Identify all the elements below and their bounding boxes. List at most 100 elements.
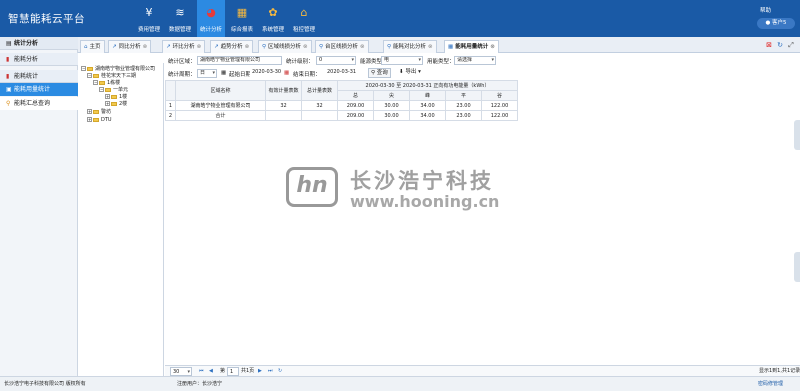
fullscreen-icon[interactable]: ⤢ <box>787 41 795 49</box>
tab-trend[interactable]: ↗ 趋势分析 ⊗ <box>210 40 254 53</box>
col-total-header[interactable]: 总 <box>337 90 374 101</box>
chevron-down-icon: ▾ <box>418 69 421 75</box>
right-drawer-handle[interactable] <box>794 120 800 150</box>
user-menu-button[interactable]: ● 客户5 <box>757 18 795 29</box>
tree-node[interactable]: − 湖南皓宁物业管理有限公司 <box>81 66 155 72</box>
level-label: 统计级别： <box>286 59 314 65</box>
line-chart-icon: ↗ <box>166 44 171 50</box>
collapse-icon[interactable]: − <box>87 73 92 78</box>
nav-system[interactable]: ✿ 系统管理 <box>259 0 287 37</box>
user-name: 客户5 <box>772 20 787 26</box>
password-link[interactable]: 密码修管理 <box>758 380 783 388</box>
table-row[interactable]: 2 合计 209.00 30.00 34.00 23.00 122.00 <box>165 110 518 121</box>
search-icon: ⚲ <box>371 70 376 76</box>
nav-label: 数据管理 <box>168 27 191 33</box>
expand-icon[interactable]: + <box>87 117 92 122</box>
refresh-icon[interactable]: ↻ <box>776 41 784 49</box>
nav-label: 费用管理 <box>137 27 160 33</box>
collapse-icon[interactable]: − <box>99 87 104 92</box>
col-valley-header[interactable]: 谷 <box>481 90 518 101</box>
house-icon: ⌂ <box>300 6 308 19</box>
tree-node[interactable]: − 桂花宋天下三期 <box>87 73 136 79</box>
sidebar-group-analysis[interactable]: ▮ 能耗分析 <box>0 53 78 66</box>
close-icon[interactable]: ⊗ <box>360 44 365 50</box>
last-page-icon[interactable]: ⏭ <box>268 367 273 376</box>
tab-yoy[interactable]: ↗ 同比分析 ⊗ <box>108 40 152 53</box>
close-icon[interactable]: ⊗ <box>245 44 250 50</box>
page-size-select[interactable]: 30 ▾ <box>170 367 192 376</box>
top-header: 智慧能耗云平台 ¥ 费用管理 ≋ 数据管理 ◕ 统计分析 ▦ 综合报表 ✿ 系统… <box>0 0 800 37</box>
tree-node[interactable]: + 警坊 <box>87 109 111 115</box>
export-button[interactable]: ⬇ 导出 ▾ <box>397 68 423 78</box>
nav-reports[interactable]: ▦ 综合报表 <box>228 0 256 37</box>
energy-type-select[interactable]: 电 ▾ <box>381 56 423 65</box>
sidebar-item-usage-statistics[interactable]: ▣ 能耗用量统计 <box>0 83 78 96</box>
close-icon[interactable]: ⊗ <box>428 44 433 50</box>
collapse-icon[interactable]: − <box>93 80 98 85</box>
nav-fee-management[interactable]: ¥ 费用管理 <box>135 0 163 37</box>
end-date-input[interactable]: 2020-03-31 <box>325 69 360 78</box>
valid-meters-header[interactable]: 有效计量表数 <box>265 80 302 101</box>
expand-icon[interactable]: + <box>105 94 110 99</box>
close-all-icon[interactable]: ⊠ <box>765 41 773 49</box>
table-row[interactable]: 1 湖南皓宁物业管理有限公司 32 32 209.00 30.00 34.00 … <box>165 100 518 111</box>
pie-chart-icon: ◕ <box>206 6 216 19</box>
user-icon: ● <box>765 20 771 26</box>
tab-comparison[interactable]: ⚲ 能耗对比分析 ⊗ <box>383 40 437 53</box>
search-icon: ⚲ <box>6 100 11 107</box>
level-select[interactable]: 0 ▾ <box>316 56 356 65</box>
sidebar-group-statistics[interactable]: ▮ 能耗统计 <box>0 70 78 83</box>
collapse-icon[interactable]: − <box>81 66 86 71</box>
tree-node[interactable]: − 一单元 <box>99 87 128 93</box>
chevron-down-icon: ▾ <box>491 57 494 63</box>
close-icon[interactable]: ⊗ <box>490 44 495 50</box>
nav-data-management[interactable]: ≋ 数据管理 <box>166 0 194 37</box>
tree-node[interactable]: −1栋楼 <box>93 80 120 86</box>
tree-node[interactable]: +1楼 <box>105 94 127 100</box>
prev-page-icon[interactable]: ◀ <box>209 367 213 376</box>
total-meters-header[interactable]: 总计量表数 <box>301 80 338 101</box>
sidebar-item-summary-query[interactable]: ⚲ 能耗汇总查询 <box>0 97 78 110</box>
expand-icon[interactable]: + <box>105 101 110 106</box>
end-date-label: 结束日期： <box>293 72 321 78</box>
tab-home[interactable]: ⌂ 主页 <box>80 40 105 53</box>
query-button[interactable]: ⚲ 查询 <box>368 68 391 78</box>
close-icon[interactable]: ⊗ <box>143 44 148 50</box>
tab-usage-statistics[interactable]: ▦ 能耗用量统计 ⊗ <box>444 40 499 53</box>
close-icon[interactable]: ⊗ <box>303 44 308 50</box>
usage-table: 区域名称 有效计量表数 总计量表数 2020-03-30 至 2020-03-3… <box>165 80 518 121</box>
next-page-icon[interactable]: ▶ <box>258 367 262 376</box>
range-header: 2020-03-30 至 2020-03-31 正向有功电能量（kWh） <box>337 80 518 91</box>
col-sharp-header[interactable]: 尖 <box>373 90 410 101</box>
nav-label: 租控管理 <box>292 27 315 33</box>
chevron-down-icon: ▾ <box>187 369 190 375</box>
area-select[interactable]: 湖南皓宁物业管理有限公司 <box>197 56 282 65</box>
first-page-icon[interactable]: ⏮ <box>199 367 204 376</box>
usage-type-label: 用能类型： <box>427 59 455 65</box>
area-header[interactable]: 区域名称 <box>175 80 266 101</box>
tab-mom[interactable]: ↗ 环比分析 ⊗ <box>162 40 206 53</box>
chevron-down-icon: ▾ <box>212 70 215 76</box>
tab-area-loss[interactable]: ⚲ 区域线损分析 ⊗ <box>258 40 312 53</box>
close-icon[interactable]: ⊗ <box>197 44 202 50</box>
refresh-icon[interactable]: ↻ <box>278 367 282 376</box>
usage-type-select[interactable]: 请选择 ▾ <box>454 56 496 65</box>
nav-statistics[interactable]: ◕ 统计分析 <box>197 0 225 37</box>
tab-station-loss[interactable]: ⚲ 台区线损分析 ⊗ <box>315 40 369 53</box>
help-link[interactable]: 帮助 <box>760 6 771 14</box>
col-flat-header[interactable]: 平 <box>445 90 482 101</box>
right-drawer-handle[interactable] <box>794 252 800 282</box>
expand-icon[interactable]: + <box>87 109 92 114</box>
period-select[interactable]: 日 ▾ <box>197 69 217 78</box>
chart-icon: ▮ <box>6 56 10 63</box>
table-icon: ▦ <box>236 6 248 19</box>
footer: 长沙浩宁电子科技有限公司 版权所有 注册用户：长沙浩宁 密码修管理 <box>0 376 800 391</box>
start-date-input[interactable]: 2020-03-30 <box>250 69 282 78</box>
nav-rent-control[interactable]: ⌂ 租控管理 <box>290 0 318 37</box>
tree-node[interactable]: +2楼 <box>105 101 127 107</box>
page-number-input[interactable]: 1 <box>227 367 239 376</box>
tree-node[interactable]: + DTU <box>87 117 112 123</box>
col-peak-header[interactable]: 峰 <box>409 90 446 101</box>
sidebar-title: ▤ 统计分析 <box>0 37 78 50</box>
sidebar: ▤ 统计分析 ▮ 能耗分析 ▮ 能耗统计 ▣ 能耗用量统计 ⚲ 能耗汇总查询 <box>0 37 78 376</box>
